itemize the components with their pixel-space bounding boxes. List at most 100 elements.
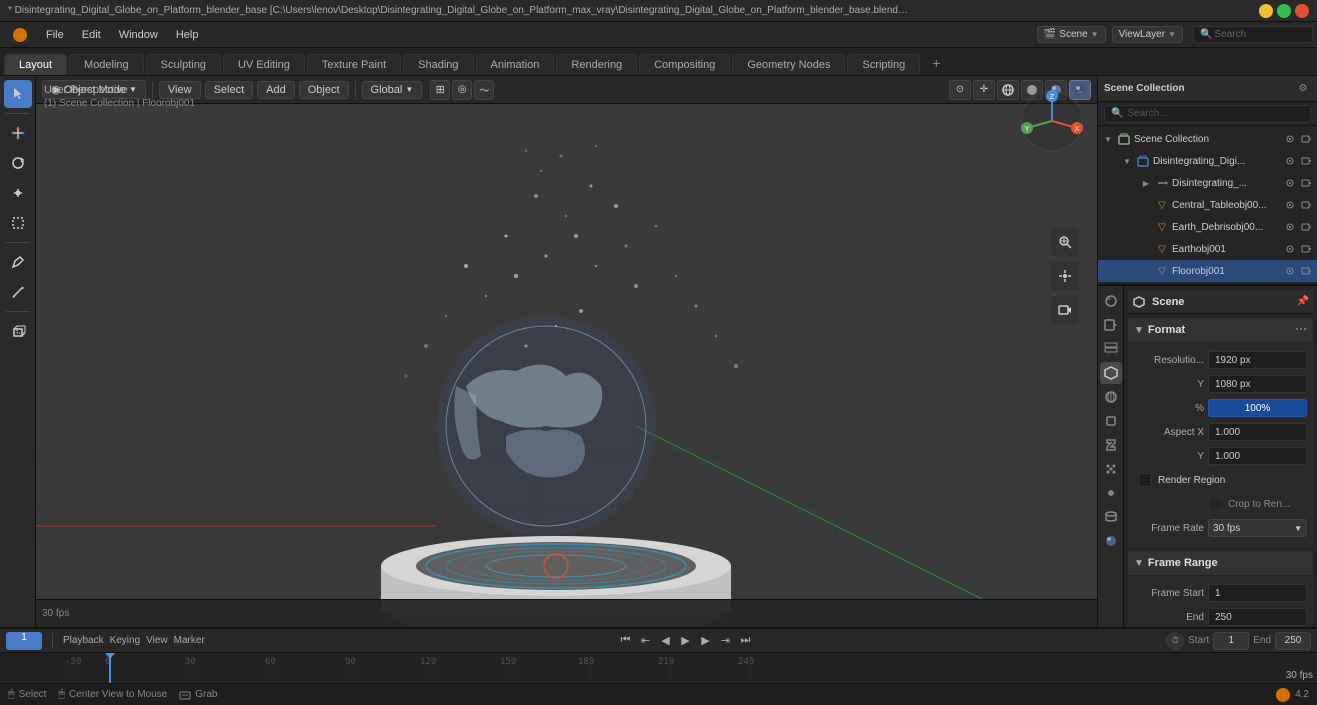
current-frame-input[interactable]: 1	[6, 632, 42, 650]
outliner-item-disintegrating-sub[interactable]: ▶ Disintegrating_...	[1098, 172, 1317, 194]
outliner-item-scene-collection[interactable]: ▼ Scene Collection	[1098, 128, 1317, 150]
next-keyframe-button[interactable]: ⇥	[716, 632, 734, 650]
add-workspace-button[interactable]: +	[924, 51, 948, 75]
tab-shading[interactable]: Shading	[403, 54, 473, 75]
outliner-item-earthobj[interactable]: ▽ Earthobj001	[1098, 238, 1317, 260]
outliner-filter-button[interactable]: ⚙	[1295, 81, 1311, 97]
tab-texture-paint[interactable]: Texture Paint	[307, 54, 401, 75]
menu-blender[interactable]	[4, 25, 36, 45]
aspect-x-value[interactable]: 1.000	[1208, 423, 1307, 441]
transform-button[interactable]: Global ▼	[362, 81, 423, 99]
res-pct-value[interactable]: 100%	[1208, 399, 1307, 417]
props-icon-render[interactable]	[1100, 290, 1122, 312]
props-icon-particles[interactable]	[1100, 458, 1122, 480]
shading-button-wire[interactable]	[997, 80, 1019, 100]
vis-11[interactable]	[1283, 264, 1297, 278]
vis-render[interactable]	[1299, 132, 1313, 146]
outliner-item-central-table[interactable]: ▽ Central_Tableobj00...	[1098, 194, 1317, 216]
menu-file[interactable]: File	[38, 27, 72, 43]
frame-end-value[interactable]: 250	[1208, 608, 1307, 626]
vis-7[interactable]	[1283, 220, 1297, 234]
tab-uv-editing[interactable]: UV Editing	[223, 54, 305, 75]
frame-range-header[interactable]: ▼ Frame Range	[1128, 551, 1313, 575]
add-cube-tool[interactable]	[4, 317, 32, 345]
vis-6[interactable]	[1299, 198, 1313, 212]
vis-5[interactable]	[1283, 198, 1297, 212]
res-x-value[interactable]: 1920 px	[1208, 351, 1307, 369]
move-tool[interactable]	[4, 119, 32, 147]
scene-selector[interactable]: 🎬 Scene ▼	[1037, 26, 1106, 43]
measure-tool[interactable]	[4, 278, 32, 306]
prev-keyframe-button[interactable]: ⇤	[636, 632, 654, 650]
props-icon-scene[interactable]	[1100, 362, 1122, 384]
aspect-y-value[interactable]: 1.000	[1208, 447, 1307, 465]
play-button[interactable]: ▶	[676, 632, 694, 650]
proportional-button[interactable]: ◎	[452, 80, 472, 100]
overlay-button[interactable]: ⊙	[949, 80, 971, 100]
snap-button[interactable]: ⊞	[430, 80, 450, 100]
crop-render-checkbox[interactable]	[1208, 497, 1222, 511]
step-back-button[interactable]: ◀	[656, 632, 674, 650]
props-icon-object[interactable]	[1100, 410, 1122, 432]
view-label[interactable]: View	[146, 635, 168, 646]
outliner-item-earth-debris[interactable]: ▽ Earth_Debrisobj00...	[1098, 216, 1317, 238]
object-menu[interactable]: Object	[299, 81, 349, 99]
window-controls[interactable]	[1259, 4, 1309, 18]
navigation-gizmo[interactable]: Z X Y	[1017, 86, 1087, 156]
view-menu[interactable]: View	[159, 81, 201, 99]
menu-help[interactable]: Help	[168, 27, 207, 43]
keying-label[interactable]: Keying	[110, 635, 141, 646]
vis-12[interactable]	[1299, 264, 1313, 278]
props-icon-data[interactable]	[1100, 506, 1122, 528]
rotate-tool[interactable]	[4, 149, 32, 177]
end-frame-input[interactable]: 250	[1275, 632, 1311, 650]
select-menu[interactable]: Select	[205, 81, 254, 99]
vis-9[interactable]	[1283, 242, 1297, 256]
tab-modeling[interactable]: Modeling	[69, 54, 144, 75]
minimize-button[interactable]	[1259, 4, 1273, 18]
global-search[interactable]: 🔍 Search	[1193, 26, 1313, 43]
viewport[interactable]: ◉ Object Mode ▼ View Select Add Object G…	[36, 76, 1097, 627]
tab-sculpting[interactable]: Sculpting	[146, 54, 221, 75]
marker-label[interactable]: Marker	[174, 635, 205, 646]
transform-tool[interactable]	[4, 209, 32, 237]
zoom-button[interactable]	[1051, 228, 1079, 256]
props-icon-constraints[interactable]	[1100, 482, 1122, 504]
format-options[interactable]	[1295, 323, 1307, 338]
jump-end-button[interactable]: ⏭	[736, 632, 754, 650]
vis-3[interactable]	[1283, 176, 1297, 190]
res-y-value[interactable]: 1080 px	[1208, 375, 1307, 393]
outliner-item-disintegrating[interactable]: ▼ Disintegrating_Digi...	[1098, 150, 1317, 172]
tab-scripting[interactable]: Scripting	[847, 54, 920, 75]
annotate-tool[interactable]	[4, 248, 32, 276]
select-tool[interactable]	[4, 80, 32, 108]
vis-10[interactable]	[1299, 242, 1313, 256]
camera-button[interactable]	[1051, 296, 1079, 324]
timeline-body[interactable]: -30 0 30 60 90 120 150	[0, 653, 1317, 683]
tab-rendering[interactable]: Rendering	[556, 54, 637, 75]
viewlayer-selector[interactable]: ViewLayer ▼	[1112, 26, 1183, 43]
vis-camera-2[interactable]	[1283, 154, 1297, 168]
start-frame-input[interactable]: 1	[1213, 632, 1249, 650]
outliner-search-wrapper[interactable]: 🔍 Search...	[1104, 105, 1311, 123]
tab-compositing[interactable]: Compositing	[639, 54, 730, 75]
frame-start-value[interactable]: 1	[1208, 584, 1307, 602]
playback-label[interactable]: Playback	[63, 635, 104, 646]
sync-button[interactable]: ⏱	[1166, 632, 1184, 650]
tab-animation[interactable]: Animation	[476, 54, 555, 75]
vis-8[interactable]	[1299, 220, 1313, 234]
props-icon-world[interactable]	[1100, 386, 1122, 408]
menu-edit[interactable]: Edit	[74, 27, 109, 43]
props-icon-material[interactable]	[1100, 530, 1122, 552]
proportional-type[interactable]: 〜	[474, 80, 494, 100]
tab-geometry-nodes[interactable]: Geometry Nodes	[732, 54, 845, 75]
pin-button[interactable]: 📌	[1297, 296, 1309, 307]
vis-4[interactable]	[1299, 176, 1313, 190]
vis-render-2[interactable]	[1299, 154, 1313, 168]
props-icon-modifier[interactable]	[1100, 434, 1122, 456]
props-icon-output[interactable]	[1100, 314, 1122, 336]
viewport-mode-button[interactable]: ◉ Object Mode ▼	[42, 80, 146, 99]
close-button[interactable]	[1295, 4, 1309, 18]
tab-layout[interactable]: Layout	[4, 54, 67, 75]
step-forward-button[interactable]: ▶	[696, 632, 714, 650]
